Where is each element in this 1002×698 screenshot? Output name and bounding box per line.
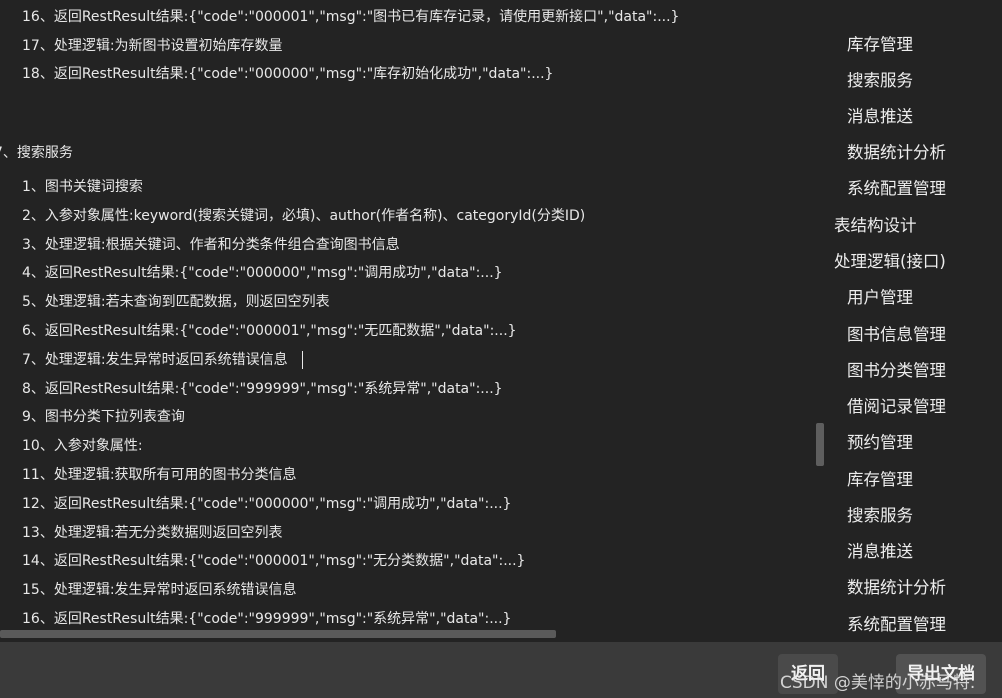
doc-line: 7、处理逻辑:发生异常时返回系统错误信息 xyxy=(22,352,288,368)
outline-item[interactable]: 库存管理 xyxy=(847,468,913,492)
outline-item[interactable]: 图书信息管理 xyxy=(847,323,946,347)
outline-item[interactable]: 数据统计分析 xyxy=(847,141,946,165)
doc-line: 18、返回RestResult结果:{"code":"000000","msg"… xyxy=(22,66,554,82)
doc-line: 5、处理逻辑:若未查询到匹配数据，则返回空列表 xyxy=(22,294,330,310)
outline-item[interactable]: 系统配置管理 xyxy=(847,177,946,201)
doc-line: 1、图书关键词搜索 xyxy=(22,179,143,195)
outline-item[interactable]: 搜索服务 xyxy=(847,504,913,528)
back-button[interactable]: 返回 xyxy=(778,654,838,694)
outline-section[interactable]: 处理逻辑(接口) xyxy=(834,250,946,274)
doc-line: 17、处理逻辑:为新图书设置初始库存数量 xyxy=(22,38,283,54)
doc-line: 4、返回RestResult结果:{"code":"000000","msg":… xyxy=(22,265,503,281)
doc-line: 16、返回RestResult结果:{"code":"999999","msg"… xyxy=(22,611,512,627)
doc-line: 6、返回RestResult结果:{"code":"000001","msg":… xyxy=(22,323,517,339)
doc-line: 15、处理逻辑:发生异常时返回系统错误信息 xyxy=(22,582,297,598)
text-cursor xyxy=(302,351,303,369)
outline-scrollbar[interactable] xyxy=(816,423,824,466)
outline-item[interactable]: 库存管理 xyxy=(847,33,913,57)
outline-section[interactable]: 表结构设计 xyxy=(834,214,917,238)
document-viewer-window: 16、返回RestResult结果:{"code":"000001","msg"… xyxy=(0,0,1002,698)
doc-line: 9、图书分类下拉列表查询 xyxy=(22,409,185,425)
outline-item[interactable]: 预约管理 xyxy=(847,431,913,455)
doc-line: 2、入参对象属性:keyword(搜索关键词，必填)、author(作者名称)、… xyxy=(22,208,586,224)
export-document-button[interactable]: 导出文档 xyxy=(896,654,986,694)
outline-item[interactable]: 消息推送 xyxy=(847,540,913,564)
document-content-pane[interactable]: 16、返回RestResult结果:{"code":"000001","msg"… xyxy=(0,0,810,642)
doc-line: 13、处理逻辑:若无分类数据则返回空列表 xyxy=(22,525,283,541)
doc-line: 8、返回RestResult结果:{"code":"999999","msg":… xyxy=(22,381,503,397)
doc-line: 12、返回RestResult结果:{"code":"000000","msg"… xyxy=(22,496,512,512)
outline-item[interactable]: 图书分类管理 xyxy=(847,359,946,383)
footer-bar xyxy=(0,642,1002,698)
doc-section-heading: 7、搜索服务 xyxy=(0,145,73,161)
document-outline: 库存管理 搜索服务 消息推送 数据统计分析 系统配置管理 表结构设计 处理逻辑(… xyxy=(826,0,1002,642)
doc-line: 16、返回RestResult结果:{"code":"000001","msg"… xyxy=(22,9,680,25)
outline-item[interactable]: 借阅记录管理 xyxy=(847,395,946,419)
doc-line: 14、返回RestResult结果:{"code":"000001","msg"… xyxy=(22,553,526,569)
outline-item[interactable]: 搜索服务 xyxy=(847,69,913,93)
outline-item[interactable]: 系统配置管理 xyxy=(847,613,946,637)
outline-item[interactable]: 用户管理 xyxy=(847,286,913,310)
doc-line: 11、处理逻辑:获取所有可用的图书分类信息 xyxy=(22,467,297,483)
outline-item[interactable]: 数据统计分析 xyxy=(847,576,946,600)
outline-item[interactable]: 消息推送 xyxy=(847,105,913,129)
horizontal-scrollbar[interactable] xyxy=(0,630,556,638)
doc-line: 3、处理逻辑:根据关键词、作者和分类条件组合查询图书信息 xyxy=(22,237,400,253)
doc-line: 10、入参对象属性: xyxy=(22,438,143,454)
